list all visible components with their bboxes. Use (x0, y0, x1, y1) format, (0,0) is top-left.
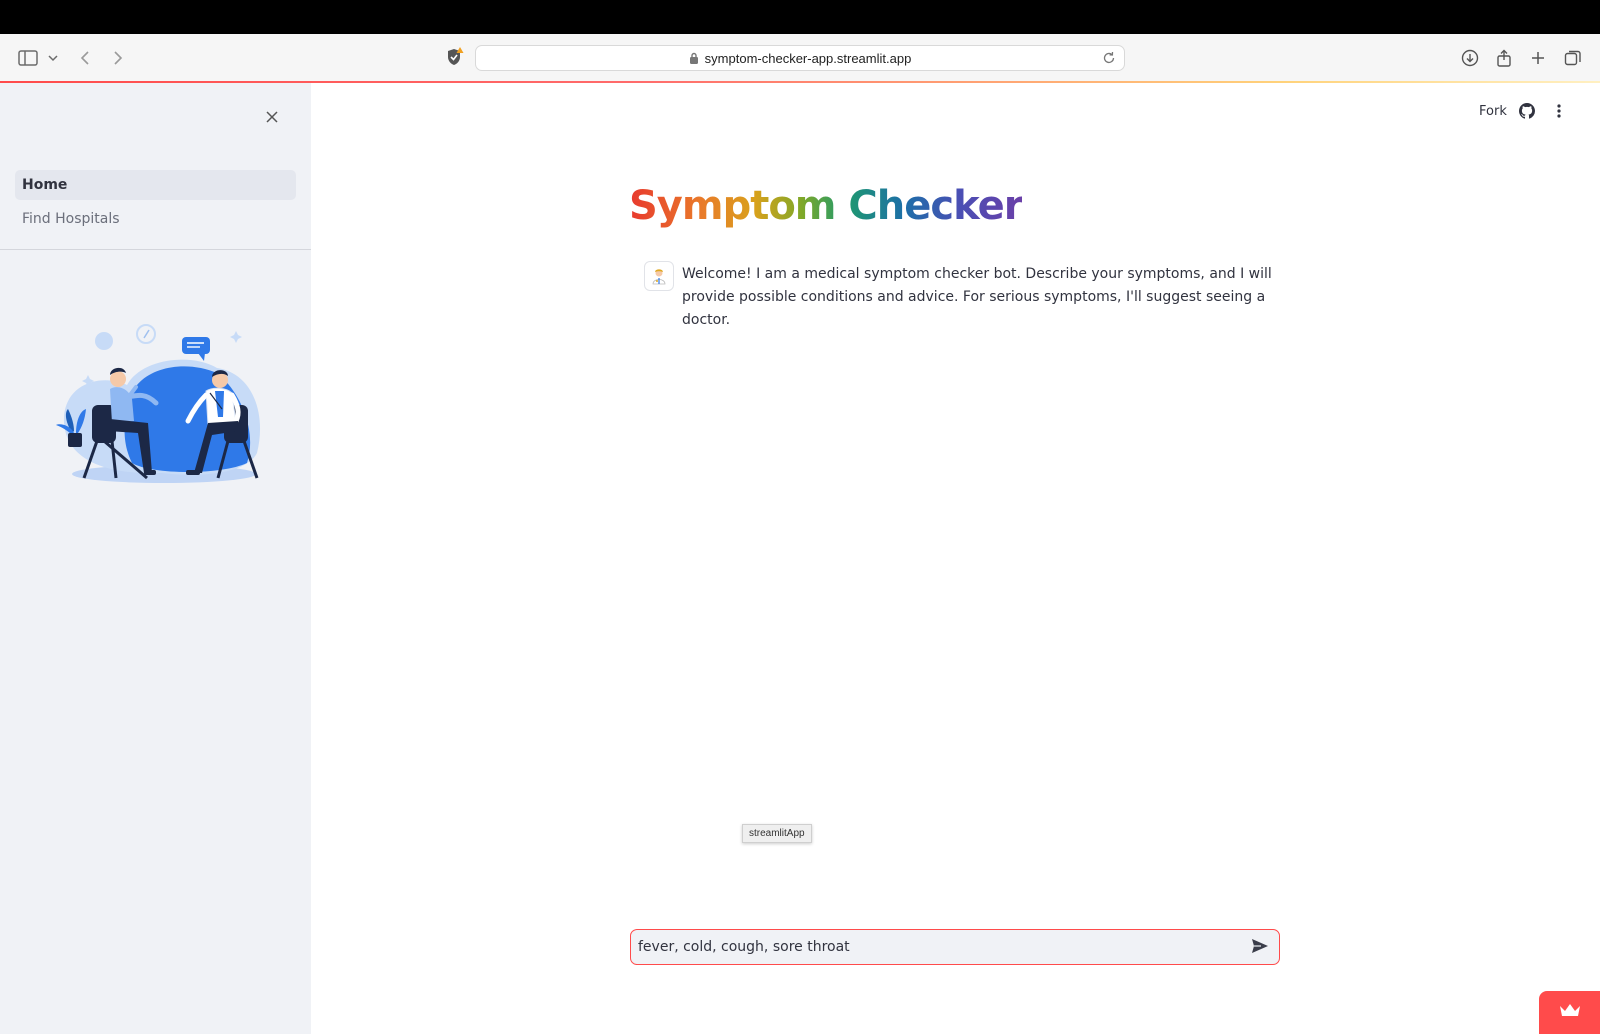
lock-icon (689, 52, 699, 64)
crown-icon (1558, 1002, 1582, 1023)
streamlit-cloud-button[interactable] (1539, 991, 1600, 1034)
shield-icon[interactable] (446, 47, 464, 72)
new-tab-icon[interactable] (1528, 48, 1548, 68)
streamlit-app: Home Find Hospitals Fork Symptom Checker… (0, 83, 1600, 1034)
reload-icon[interactable] (1102, 51, 1116, 68)
forward-icon[interactable] (108, 48, 128, 68)
send-icon[interactable] (1251, 938, 1269, 959)
back-icon[interactable] (75, 48, 95, 68)
chat-input[interactable] (630, 929, 1280, 965)
chat-message-text: Welcome! I am a medical symptom checker … (682, 266, 1272, 328)
tooltip: streamlitApp (742, 824, 812, 843)
fork-button[interactable]: Fork (1479, 104, 1507, 119)
doctor-avatar-icon (644, 261, 674, 291)
chat-input-field[interactable] (638, 930, 1228, 964)
sidebar: Home Find Hospitals (0, 83, 311, 1034)
screen: symptom-checker-app.streamlit.app Home F… (0, 0, 1600, 1034)
sidebar-item-home[interactable]: Home (15, 170, 296, 200)
sidebar-nav: Home Find Hospitals (15, 170, 296, 238)
main-content: Fork Symptom Checker Welcome! I am a med… (311, 83, 1600, 1034)
close-sidebar-icon[interactable] (262, 107, 282, 127)
download-icon[interactable] (1460, 48, 1480, 68)
sidebar-item-find-hospitals[interactable]: Find Hospitals (15, 204, 296, 234)
sidebar-toggle-icon[interactable] (18, 48, 38, 68)
tabs-overview-icon[interactable] (1563, 48, 1583, 68)
more-options-icon[interactable] (1556, 103, 1562, 124)
sidebar-divider (0, 249, 311, 250)
page-title: Symptom Checker (629, 183, 1023, 229)
github-icon[interactable] (1519, 103, 1535, 124)
doctor-consultation-illustration (56, 324, 261, 483)
chevron-down-icon[interactable] (43, 48, 63, 68)
share-icon[interactable] (1494, 48, 1514, 68)
url-text: symptom-checker-app.streamlit.app (704, 50, 912, 66)
address-bar[interactable]: symptom-checker-app.streamlit.app (475, 45, 1125, 71)
